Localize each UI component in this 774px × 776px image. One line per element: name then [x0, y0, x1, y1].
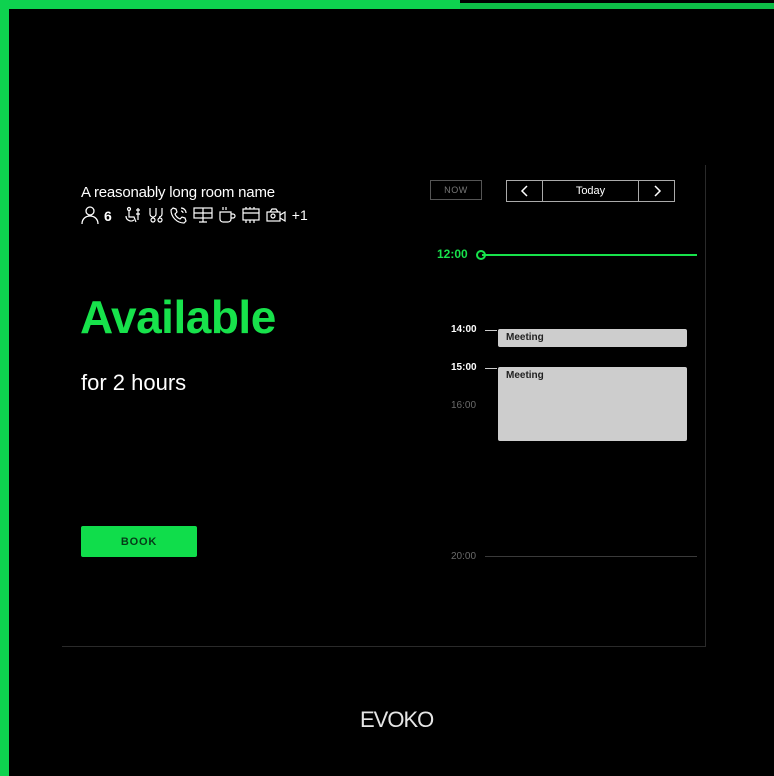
chevron-left-icon [520, 185, 528, 197]
room-amenities: 6 +1 [81, 204, 308, 226]
hour-tick-15 [485, 368, 497, 369]
current-time-label: 12:00 [437, 247, 468, 261]
hour-tick-14 [485, 330, 497, 331]
wifi-icon [149, 208, 163, 223]
previous-day-button[interactable] [507, 181, 543, 201]
frame-accent-top-right [460, 3, 774, 9]
next-day-button[interactable] [638, 181, 674, 201]
now-button[interactable]: NOW [430, 180, 482, 200]
brand-logo: EVOKO [360, 707, 434, 732]
more-amenities-count: +1 [291, 207, 308, 223]
hour-label-15: 15:00 [451, 362, 477, 373]
availability-status: Available [80, 291, 276, 343]
coffee-icon [219, 207, 236, 223]
hour-label-16: 16:00 [451, 400, 477, 411]
event-title: Meeting [506, 370, 544, 381]
video-camera-icon [266, 208, 286, 223]
chevron-right-icon [653, 185, 661, 197]
event-title: Meeting [506, 332, 544, 343]
calendar-event[interactable]: Meeting [498, 329, 687, 347]
accessibility-icon [125, 206, 140, 223]
panel-divider-right [705, 165, 706, 647]
day-navigator: Today [506, 180, 675, 202]
current-day-label[interactable]: Today [543, 181, 638, 201]
phone-icon [170, 207, 187, 224]
current-time-line [482, 254, 697, 256]
hour-line-20 [485, 556, 697, 557]
room-name: A reasonably long room name [81, 184, 275, 201]
panel-divider-bottom [62, 646, 706, 647]
frame-accent-left [0, 0, 9, 776]
book-button[interactable]: BOOK [81, 526, 197, 557]
hour-label-14: 14:00 [451, 324, 477, 335]
person-icon [81, 206, 99, 225]
capacity-count: 6 [104, 208, 112, 224]
calendar-event[interactable]: Meeting [498, 367, 687, 441]
projector-icon [242, 207, 260, 223]
hour-label-20: 20:00 [451, 551, 477, 562]
frame-accent-top [0, 0, 460, 9]
availability-duration: for 2 hours [81, 370, 187, 395]
screen-icon [193, 207, 213, 223]
